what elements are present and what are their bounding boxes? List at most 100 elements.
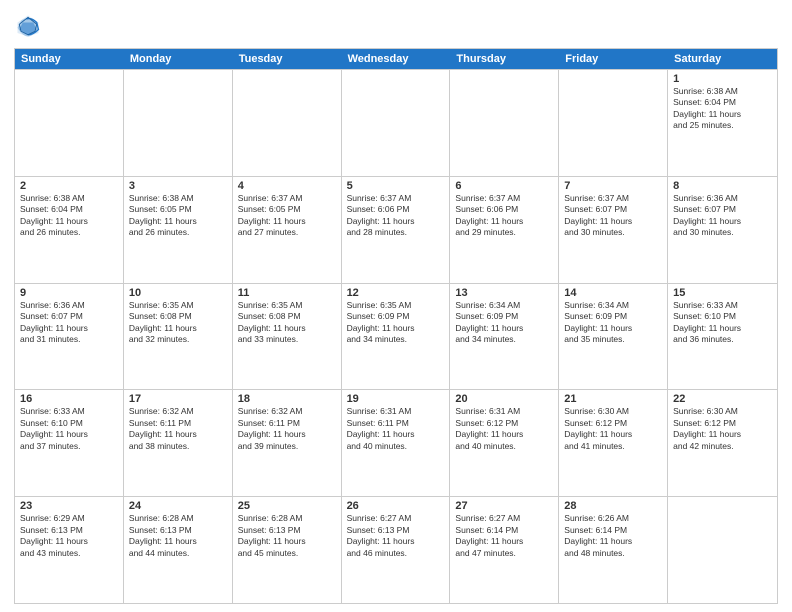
day-info: Sunrise: 6:32 AM Sunset: 6:11 PM Dayligh… [238,406,336,452]
day-header-wednesday: Wednesday [342,49,451,69]
day-number: 25 [238,500,336,512]
day-number: 10 [129,287,227,299]
day-info: Sunrise: 6:31 AM Sunset: 6:11 PM Dayligh… [347,406,445,452]
day-cell-17: 17Sunrise: 6:32 AM Sunset: 6:11 PM Dayli… [124,390,233,496]
day-cell-22: 22Sunrise: 6:30 AM Sunset: 6:12 PM Dayli… [668,390,777,496]
day-number: 4 [238,180,336,192]
day-cell-13: 13Sunrise: 6:34 AM Sunset: 6:09 PM Dayli… [450,284,559,390]
day-info: Sunrise: 6:38 AM Sunset: 6:04 PM Dayligh… [20,193,118,239]
day-cell-1: 1Sunrise: 6:38 AM Sunset: 6:04 PM Daylig… [668,70,777,176]
day-number: 14 [564,287,662,299]
day-number: 15 [673,287,772,299]
day-number: 11 [238,287,336,299]
day-number: 16 [20,393,118,405]
day-info: Sunrise: 6:30 AM Sunset: 6:12 PM Dayligh… [564,406,662,452]
day-info: Sunrise: 6:27 AM Sunset: 6:14 PM Dayligh… [455,513,553,559]
day-number: 7 [564,180,662,192]
day-number: 5 [347,180,445,192]
day-cell-12: 12Sunrise: 6:35 AM Sunset: 6:09 PM Dayli… [342,284,451,390]
day-cell-27: 27Sunrise: 6:27 AM Sunset: 6:14 PM Dayli… [450,497,559,603]
day-info: Sunrise: 6:34 AM Sunset: 6:09 PM Dayligh… [455,300,553,346]
day-number: 19 [347,393,445,405]
day-number: 3 [129,180,227,192]
day-header-sunday: Sunday [15,49,124,69]
week-row-4: 23Sunrise: 6:29 AM Sunset: 6:13 PM Dayli… [15,496,777,603]
day-number: 23 [20,500,118,512]
empty-cell [124,70,233,176]
day-number: 2 [20,180,118,192]
day-cell-6: 6Sunrise: 6:37 AM Sunset: 6:06 PM Daylig… [450,177,559,283]
day-cell-24: 24Sunrise: 6:28 AM Sunset: 6:13 PM Dayli… [124,497,233,603]
day-number: 1 [673,73,772,85]
day-cell-19: 19Sunrise: 6:31 AM Sunset: 6:11 PM Dayli… [342,390,451,496]
day-cell-15: 15Sunrise: 6:33 AM Sunset: 6:10 PM Dayli… [668,284,777,390]
day-number: 13 [455,287,553,299]
week-row-3: 16Sunrise: 6:33 AM Sunset: 6:10 PM Dayli… [15,389,777,496]
day-header-monday: Monday [124,49,233,69]
day-info: Sunrise: 6:37 AM Sunset: 6:07 PM Dayligh… [564,193,662,239]
day-number: 8 [673,180,772,192]
day-info: Sunrise: 6:33 AM Sunset: 6:10 PM Dayligh… [673,300,772,346]
day-info: Sunrise: 6:26 AM Sunset: 6:14 PM Dayligh… [564,513,662,559]
day-header-thursday: Thursday [450,49,559,69]
empty-cell [559,70,668,176]
day-cell-8: 8Sunrise: 6:36 AM Sunset: 6:07 PM Daylig… [668,177,777,283]
day-info: Sunrise: 6:30 AM Sunset: 6:12 PM Dayligh… [673,406,772,452]
day-cell-28: 28Sunrise: 6:26 AM Sunset: 6:14 PM Dayli… [559,497,668,603]
header [14,12,778,40]
day-number: 21 [564,393,662,405]
day-info: Sunrise: 6:27 AM Sunset: 6:13 PM Dayligh… [347,513,445,559]
day-info: Sunrise: 6:37 AM Sunset: 6:06 PM Dayligh… [455,193,553,239]
day-header-saturday: Saturday [668,49,777,69]
day-number: 9 [20,287,118,299]
day-cell-10: 10Sunrise: 6:35 AM Sunset: 6:08 PM Dayli… [124,284,233,390]
day-info: Sunrise: 6:36 AM Sunset: 6:07 PM Dayligh… [673,193,772,239]
day-info: Sunrise: 6:38 AM Sunset: 6:04 PM Dayligh… [673,86,772,132]
day-cell-16: 16Sunrise: 6:33 AM Sunset: 6:10 PM Dayli… [15,390,124,496]
day-info: Sunrise: 6:29 AM Sunset: 6:13 PM Dayligh… [20,513,118,559]
day-number: 27 [455,500,553,512]
day-header-friday: Friday [559,49,668,69]
day-info: Sunrise: 6:36 AM Sunset: 6:07 PM Dayligh… [20,300,118,346]
day-number: 6 [455,180,553,192]
day-number: 24 [129,500,227,512]
day-info: Sunrise: 6:38 AM Sunset: 6:05 PM Dayligh… [129,193,227,239]
day-cell-5: 5Sunrise: 6:37 AM Sunset: 6:06 PM Daylig… [342,177,451,283]
empty-cell [233,70,342,176]
empty-cell [668,497,777,603]
day-cell-14: 14Sunrise: 6:34 AM Sunset: 6:09 PM Dayli… [559,284,668,390]
day-cell-2: 2Sunrise: 6:38 AM Sunset: 6:04 PM Daylig… [15,177,124,283]
empty-cell [450,70,559,176]
week-row-2: 9Sunrise: 6:36 AM Sunset: 6:07 PM Daylig… [15,283,777,390]
week-row-0: 1Sunrise: 6:38 AM Sunset: 6:04 PM Daylig… [15,69,777,176]
weeks: 1Sunrise: 6:38 AM Sunset: 6:04 PM Daylig… [15,69,777,603]
day-number: 20 [455,393,553,405]
day-cell-4: 4Sunrise: 6:37 AM Sunset: 6:05 PM Daylig… [233,177,342,283]
day-info: Sunrise: 6:37 AM Sunset: 6:06 PM Dayligh… [347,193,445,239]
day-cell-26: 26Sunrise: 6:27 AM Sunset: 6:13 PM Dayli… [342,497,451,603]
day-info: Sunrise: 6:32 AM Sunset: 6:11 PM Dayligh… [129,406,227,452]
empty-cell [15,70,124,176]
page: SundayMondayTuesdayWednesdayThursdayFrid… [0,0,792,612]
day-info: Sunrise: 6:33 AM Sunset: 6:10 PM Dayligh… [20,406,118,452]
day-cell-18: 18Sunrise: 6:32 AM Sunset: 6:11 PM Dayli… [233,390,342,496]
day-cell-7: 7Sunrise: 6:37 AM Sunset: 6:07 PM Daylig… [559,177,668,283]
day-cell-23: 23Sunrise: 6:29 AM Sunset: 6:13 PM Dayli… [15,497,124,603]
day-cell-21: 21Sunrise: 6:30 AM Sunset: 6:12 PM Dayli… [559,390,668,496]
calendar: SundayMondayTuesdayWednesdayThursdayFrid… [14,48,778,604]
day-info: Sunrise: 6:34 AM Sunset: 6:09 PM Dayligh… [564,300,662,346]
day-header-tuesday: Tuesday [233,49,342,69]
day-info: Sunrise: 6:35 AM Sunset: 6:09 PM Dayligh… [347,300,445,346]
day-info: Sunrise: 6:35 AM Sunset: 6:08 PM Dayligh… [238,300,336,346]
day-headers: SundayMondayTuesdayWednesdayThursdayFrid… [15,49,777,69]
day-cell-3: 3Sunrise: 6:38 AM Sunset: 6:05 PM Daylig… [124,177,233,283]
day-number: 26 [347,500,445,512]
day-number: 18 [238,393,336,405]
day-info: Sunrise: 6:37 AM Sunset: 6:05 PM Dayligh… [238,193,336,239]
day-info: Sunrise: 6:31 AM Sunset: 6:12 PM Dayligh… [455,406,553,452]
day-number: 17 [129,393,227,405]
day-info: Sunrise: 6:35 AM Sunset: 6:08 PM Dayligh… [129,300,227,346]
week-row-1: 2Sunrise: 6:38 AM Sunset: 6:04 PM Daylig… [15,176,777,283]
day-number: 12 [347,287,445,299]
logo-icon [14,12,42,40]
